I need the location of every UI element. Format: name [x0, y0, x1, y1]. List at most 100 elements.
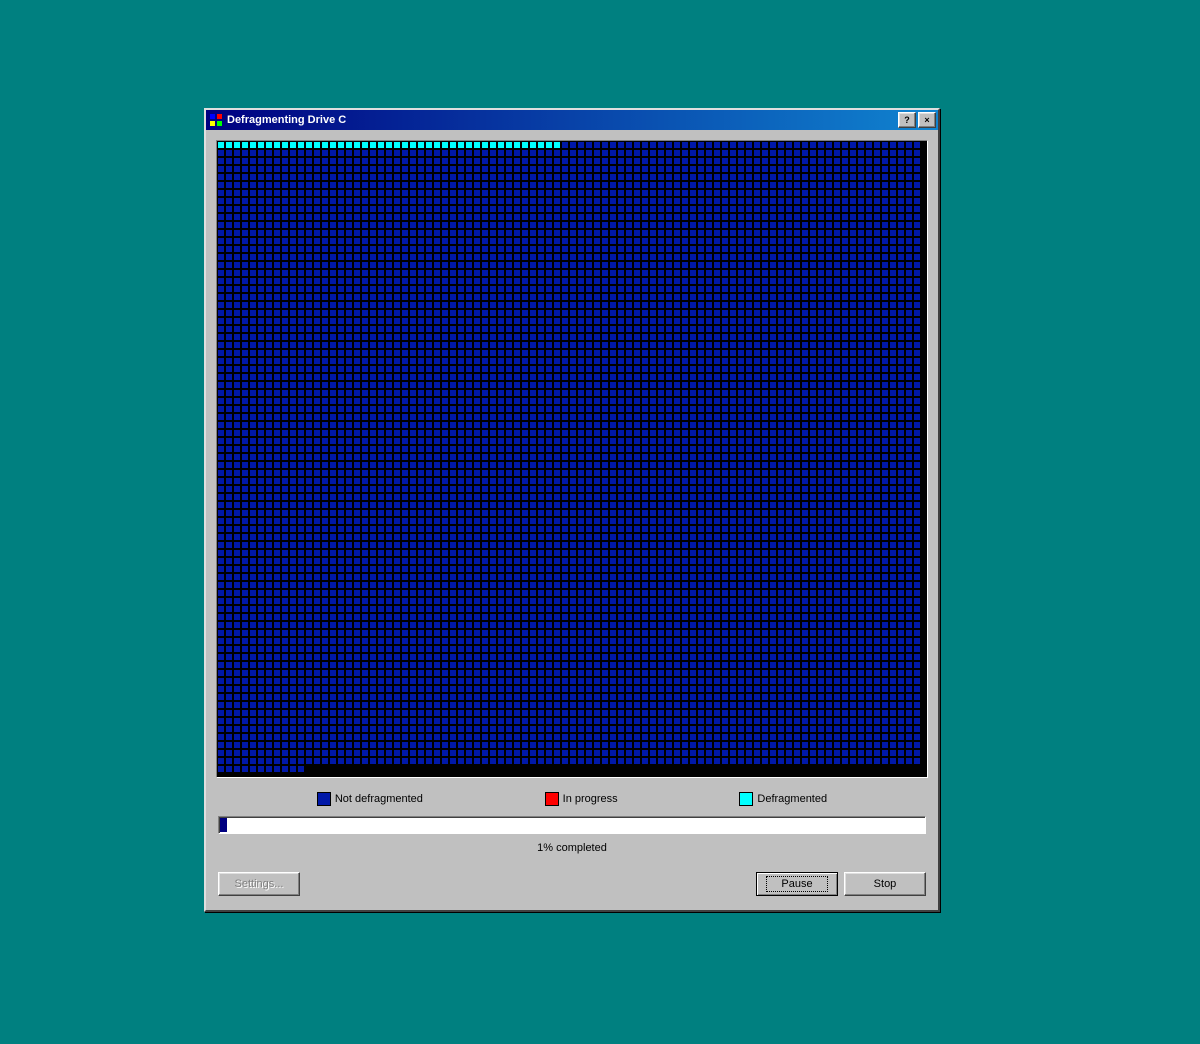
grid-block [817, 581, 825, 589]
grid-block [505, 245, 513, 253]
help-button[interactable]: ? [898, 112, 916, 128]
grid-block [505, 229, 513, 237]
grid-block [345, 197, 353, 205]
grid-block [489, 533, 497, 541]
grid-block [441, 157, 449, 165]
grid-block [881, 405, 889, 413]
grid-block [633, 293, 641, 301]
grid-block [689, 429, 697, 437]
grid-block [913, 237, 921, 245]
grid-block [737, 581, 745, 589]
grid-block [233, 493, 241, 501]
grid-block [625, 525, 633, 533]
grid-block [489, 261, 497, 269]
grid-block [473, 573, 481, 581]
grid-block [897, 213, 905, 221]
grid-block [617, 565, 625, 573]
grid-block [401, 477, 409, 485]
grid-block [705, 317, 713, 325]
grid-block [665, 245, 673, 253]
grid-block [553, 501, 561, 509]
grid-block [361, 357, 369, 365]
grid-block [753, 157, 761, 165]
grid-block [521, 405, 529, 413]
grid-block [217, 357, 225, 365]
grid-block [569, 461, 577, 469]
grid-block [889, 477, 897, 485]
grid-block [305, 213, 313, 221]
grid-block [737, 277, 745, 285]
grid-block [481, 301, 489, 309]
grid-block [369, 205, 377, 213]
grid-block [897, 205, 905, 213]
grid-block [569, 301, 577, 309]
grid-block [409, 277, 417, 285]
grid-block [297, 517, 305, 525]
grid-block [561, 237, 569, 245]
grid-block [753, 581, 761, 589]
grid-block [849, 397, 857, 405]
grid-block [297, 485, 305, 493]
grid-block [513, 181, 521, 189]
grid-block [545, 357, 553, 365]
grid-block [249, 261, 257, 269]
grid-block [409, 509, 417, 517]
grid-block [321, 445, 329, 453]
grid-block [889, 525, 897, 533]
grid-block [257, 341, 265, 349]
grid-block [281, 149, 289, 157]
grid-block [281, 381, 289, 389]
grid-block [913, 421, 921, 429]
grid-block [689, 445, 697, 453]
grid-block [841, 261, 849, 269]
grid-block [873, 277, 881, 285]
grid-block [753, 453, 761, 461]
grid-block [825, 149, 833, 157]
grid-block [617, 573, 625, 581]
grid-block [777, 493, 785, 501]
grid-block [313, 325, 321, 333]
grid-block [505, 485, 513, 493]
grid-block [897, 237, 905, 245]
grid-block [617, 149, 625, 157]
grid-block [273, 565, 281, 573]
grid-block [825, 277, 833, 285]
grid-block [865, 453, 873, 461]
grid-block [321, 261, 329, 269]
grid-block [841, 141, 849, 149]
grid-block [889, 461, 897, 469]
grid-block [761, 357, 769, 365]
grid-block [841, 405, 849, 413]
grid-block [857, 173, 865, 181]
grid-block [769, 389, 777, 397]
grid-block [361, 533, 369, 541]
grid-block [585, 197, 593, 205]
grid-block [537, 581, 545, 589]
grid-block [537, 421, 545, 429]
grid-block [257, 261, 265, 269]
grid-block [681, 301, 689, 309]
grid-block [265, 317, 273, 325]
titlebar[interactable]: Defragmenting Drive C ? × [206, 110, 938, 130]
grid-block [497, 293, 505, 301]
grid-block [721, 429, 729, 437]
grid-block [489, 525, 497, 533]
grid-block [601, 469, 609, 477]
grid-block [625, 381, 633, 389]
grid-block [865, 573, 873, 581]
grid-block [401, 285, 409, 293]
grid-block [393, 205, 401, 213]
grid-block [897, 381, 905, 389]
grid-block [401, 165, 409, 173]
grid-block [889, 229, 897, 237]
close-button[interactable]: × [918, 112, 936, 128]
grid-block [761, 189, 769, 197]
grid-block [393, 221, 401, 229]
grid-block [833, 517, 841, 525]
grid-block [417, 221, 425, 229]
grid-block [881, 429, 889, 437]
grid-block [537, 213, 545, 221]
grid-block [777, 389, 785, 397]
grid-block [513, 333, 521, 341]
grid-block [673, 213, 681, 221]
